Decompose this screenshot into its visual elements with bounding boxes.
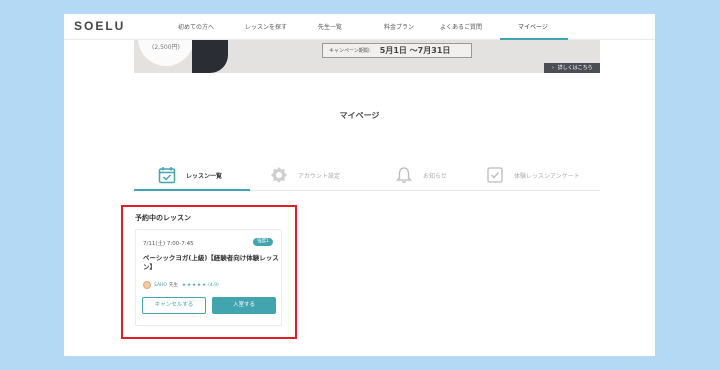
mypage-tabs: レッスン一覧 アカウント設定 お知らせ 体験レッスンアンケート (134, 161, 600, 191)
nav-item-mypage[interactable]: マイページ (518, 22, 548, 31)
campaign-dates: 5月1日 〜7月31日 (379, 46, 451, 55)
teacher-suffix: 先生 (168, 283, 178, 288)
intensity-badge: 強度1 (253, 238, 273, 246)
tab-label: お知らせ (423, 172, 447, 180)
teacher-name[interactable]: SAHO (154, 283, 167, 288)
page-title: マイページ (339, 111, 380, 120)
details-button[interactable]: › 詳しくはこちら (544, 63, 600, 73)
site-logo[interactable]: SOELU (74, 19, 125, 33)
campaign-banner[interactable]: (2,500円) キャンペーン期間： 5月1日 〜7月31日 › 詳しくはこちら (134, 40, 600, 73)
tab-account-settings[interactable]: アカウント設定 (270, 163, 340, 187)
teacher-avatar[interactable] (143, 281, 151, 289)
top-navigation: SOELU 初めての方へ レッスンを探す 先生一覧 料金プラン よくあるご質問 … (64, 14, 655, 40)
chevron-right-icon: › (552, 65, 554, 71)
nav-item-beginners[interactable]: 初めての方へ (178, 22, 214, 31)
tab-trial-survey[interactable]: 体験レッスンアンケート (486, 163, 580, 187)
bell-icon (395, 167, 413, 184)
nav-item-teachers[interactable]: 先生一覧 (318, 22, 342, 31)
rating-value: (4.9) (208, 282, 219, 288)
tab-lesson-list[interactable]: レッスン一覧 (158, 163, 222, 187)
star-rating-icon: ★★★★★ (181, 282, 208, 288)
banner-photo (192, 40, 228, 73)
calendar-check-icon (158, 167, 176, 184)
lesson-datetime: 7/11(土) 7:00-7:45 (143, 241, 194, 247)
gear-icon (271, 167, 287, 183)
cancel-button[interactable]: キャンセルする (142, 297, 206, 314)
enter-room-button[interactable]: 入室する (212, 297, 276, 314)
teacher-info: SAHO 先生 ★★★★★ (4.9) (143, 281, 219, 289)
nav-item-find-lessons[interactable]: レッスンを探す (245, 22, 287, 31)
lesson-title[interactable]: ベーシックヨガ(上級)【経験者向け体験レッスン】 (143, 254, 279, 272)
details-button-label: 詳しくはこちら (557, 65, 593, 71)
campaign-period: キャンペーン期間： 5月1日 〜7月31日 (322, 43, 472, 58)
browser-page: SOELU 初めての方へ レッスンを探す 先生一覧 料金プラン よくあるご質問 … (64, 14, 655, 356)
tab-label: アカウント設定 (298, 172, 341, 180)
nav-item-faq[interactable]: よくあるご質問 (440, 22, 482, 31)
campaign-label: キャンペーン期間： (329, 48, 374, 54)
tab-notifications[interactable]: お知らせ (395, 163, 447, 187)
banner-price: (2,500円) (152, 44, 180, 51)
checkbox-icon (487, 167, 503, 183)
tab-label: 体験レッスンアンケート (514, 172, 580, 180)
lesson-card: 7/11(土) 7:00-7:45 強度1 ベーシックヨガ(上級)【経験者向け体… (135, 229, 282, 326)
tab-label: レッスン一覧 (186, 172, 223, 180)
tab-active-indicator (134, 189, 250, 191)
reserved-lessons-heading: 予約中のレッスン (135, 214, 191, 222)
nav-item-pricing[interactable]: 料金プラン (384, 22, 414, 31)
